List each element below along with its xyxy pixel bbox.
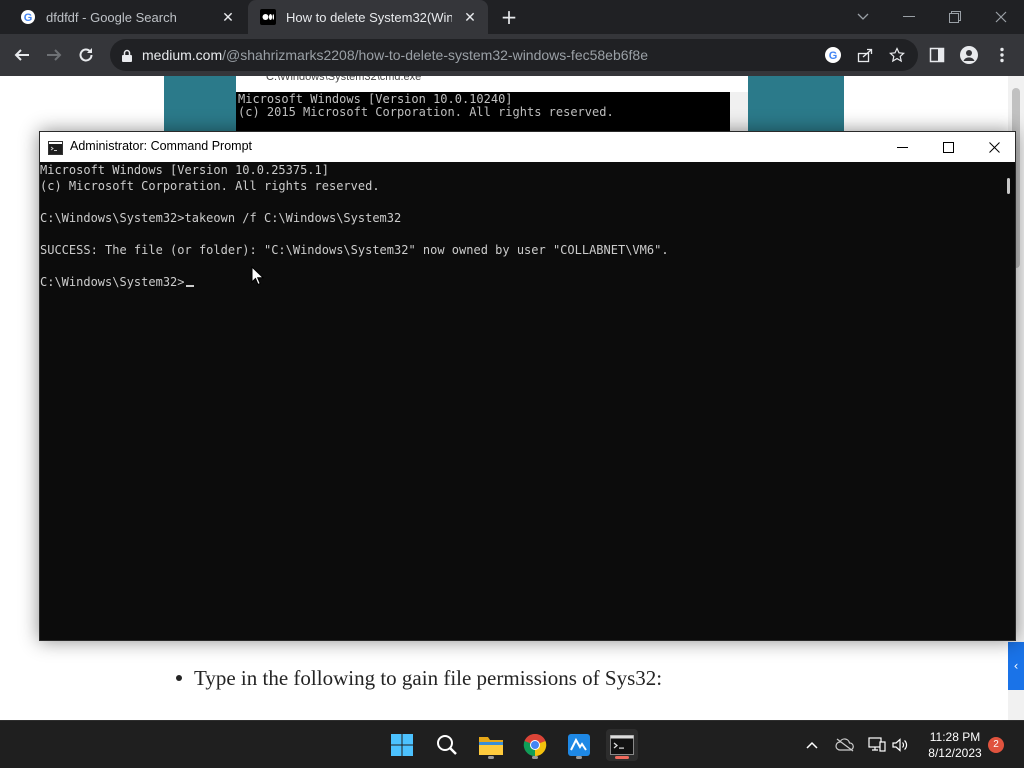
url-host: medium.com (142, 47, 223, 63)
chrome-icon[interactable] (519, 729, 551, 761)
windows-taskbar: 11:28 PM 8/12/2023 2 (0, 720, 1024, 768)
app-running-indicator (576, 756, 582, 759)
network-icon[interactable] (866, 733, 888, 757)
bullet-dot (176, 675, 182, 682)
more-menu-icon[interactable] (990, 43, 1014, 67)
file-explorer-icon[interactable] (475, 729, 507, 761)
cmd-console-output[interactable]: Microsoft Windows [Version 10.0.25375.1]… (40, 162, 1001, 640)
address-bar[interactable]: medium.com/@shahrizmarks2208/how-to-dele… (110, 39, 918, 71)
new-tab-button[interactable]: + (498, 6, 520, 28)
forward-arrow-icon[interactable] (42, 43, 66, 67)
url-text: medium.com/@shahrizmarks2208/how-to-dele… (142, 47, 648, 63)
cmd-scrollbar[interactable] (1001, 162, 1015, 640)
back-arrow-icon[interactable] (10, 43, 34, 67)
close-tab-icon[interactable]: ✕ (462, 9, 478, 25)
cmd-minimize-icon[interactable] (879, 132, 925, 162)
browser-tab-strip: G dfdfdf - Google Search ✕ How to delete… (0, 0, 1024, 34)
console-prompt-line[interactable]: C:\Windows\System32> (40, 274, 1001, 290)
show-hidden-icons-chevron-icon[interactable] (801, 733, 823, 757)
start-icon[interactable] (386, 729, 418, 761)
article-image-console: Microsoft Windows [Version 10.0.10240] (c… (236, 92, 730, 136)
reload-icon[interactable] (74, 43, 98, 67)
text-cursor (185, 285, 194, 287)
cmd-scrollbar-thumb[interactable] (1007, 178, 1010, 194)
minimize-icon[interactable] (886, 0, 932, 34)
tab-google-search[interactable]: G dfdfdf - Google Search ✕ (8, 0, 246, 34)
onedrive-offline-icon[interactable] (834, 733, 856, 757)
article-bullet: Type in the following to gain file permi… (176, 666, 662, 691)
url-path: /@shahrizmarks2208/how-to-delete-system3… (222, 47, 648, 63)
app-active-indicator (615, 756, 629, 759)
side-panel-icon[interactable] (925, 43, 949, 67)
article-image-cmd-window: C:\Windows\System32\cmd.exe Microsoft Wi… (236, 76, 748, 136)
restore-icon[interactable] (932, 0, 978, 34)
system-clock[interactable]: 11:28 PM 8/12/2023 (912, 729, 998, 761)
console-line: (c) Microsoft Corporation. All rights re… (40, 179, 380, 193)
tab-title: How to delete System32(Window (286, 9, 452, 25)
tab-search-chevron-icon[interactable] (840, 0, 886, 34)
cmd-title: Administrator: Command Prompt (70, 139, 253, 153)
search-icon[interactable] (431, 729, 463, 761)
profile-avatar-icon[interactable] (957, 43, 981, 67)
lock-icon[interactable] (120, 48, 134, 62)
article-image: C:\Windows\System32\cmd.exe Microsoft Wi… (164, 76, 844, 136)
svg-text:G: G (829, 50, 838, 62)
app-running-indicator (488, 756, 494, 759)
clock-time: 11:28 PM (929, 730, 981, 744)
cmd-maximize-icon[interactable] (925, 132, 971, 162)
google-g-icon: G (20, 9, 36, 25)
close-tab-icon[interactable]: ✕ (220, 9, 236, 25)
cmd-title-bar[interactable]: Administrator: Command Prompt (40, 132, 1015, 162)
console-prompt: C:\Windows\System32> (40, 275, 185, 289)
console-line: SUCCESS: The file (or folder): "C:\Windo… (40, 243, 669, 257)
google-lens-icon[interactable]: G (823, 45, 843, 65)
article-image-title: C:\Windows\System32\cmd.exe (266, 76, 422, 83)
article-image-scrollbar (730, 92, 748, 136)
article-image-line: (c) 2015 Microsoft Corporation. All righ… (238, 105, 614, 119)
cmd-close-icon[interactable] (971, 132, 1017, 162)
mouse-pointer-icon (251, 265, 265, 286)
tab-medium-article[interactable]: How to delete System32(Window ✕ (248, 0, 488, 34)
clock-date: 8/12/2023 (928, 746, 982, 760)
notification-badge[interactable]: 2 (988, 737, 1004, 753)
app-running-indicator (532, 756, 538, 759)
bullet-text: Type in the following to gain file permi… (194, 666, 663, 690)
console-line: Microsoft Windows [Version 10.0.25375.1] (40, 163, 329, 177)
share-icon[interactable] (855, 45, 875, 65)
bookmark-star-icon[interactable] (887, 45, 907, 65)
browser-toolbar: medium.com/@shahrizmarks2208/how-to-dele… (0, 34, 1024, 76)
tab-title: dfdfdf - Google Search (46, 9, 177, 25)
command-prompt-window[interactable]: Administrator: Command Prompt Microsoft … (39, 131, 1016, 641)
side-panel-toggle-chevron-icon[interactable]: ‹ (1008, 642, 1024, 690)
medium-icon (260, 9, 276, 25)
svg-text:G: G (24, 12, 33, 24)
cmd-app-icon (48, 140, 63, 155)
azure-data-studio-icon[interactable] (563, 729, 595, 761)
console-line: C:\Windows\System32>takeown /f C:\Window… (40, 211, 402, 225)
volume-icon[interactable] (889, 733, 911, 757)
close-window-icon[interactable] (978, 0, 1024, 34)
terminal-icon[interactable] (606, 729, 638, 761)
